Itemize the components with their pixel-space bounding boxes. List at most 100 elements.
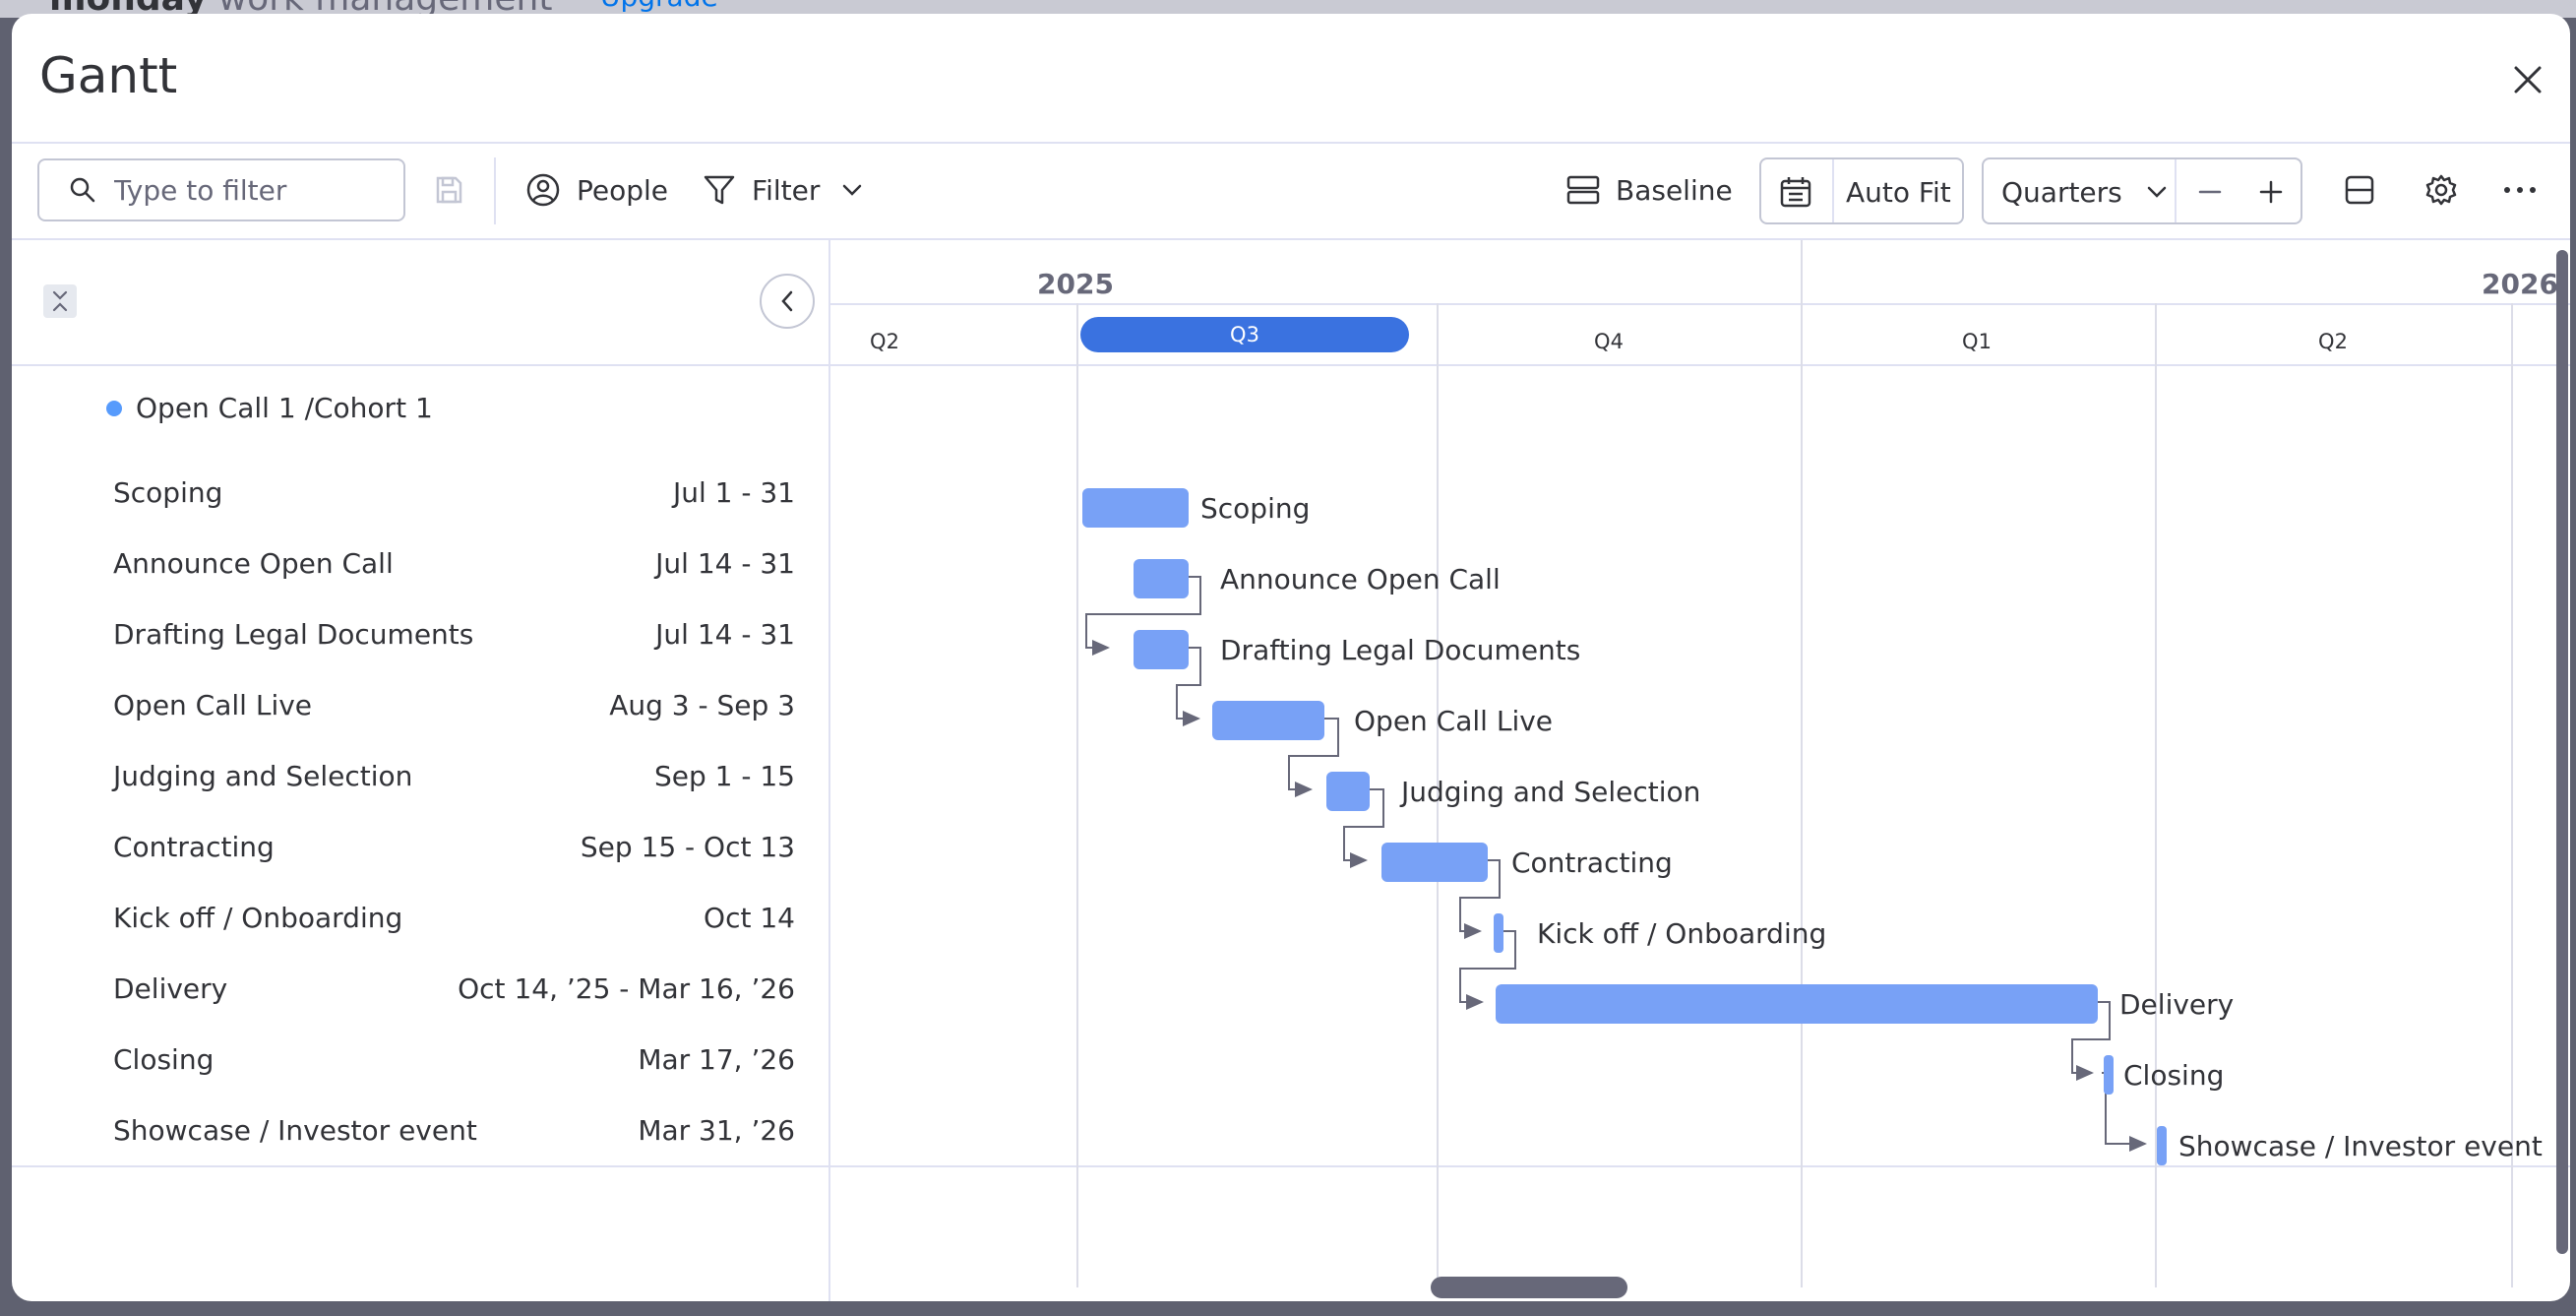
- filter-button[interactable]: Filter: [703, 158, 863, 221]
- calendar-icon: [1780, 177, 1811, 208]
- task-bar-label: Kick off / Onboarding: [1537, 916, 1827, 950]
- task-bar-label: Delivery: [2119, 987, 2235, 1021]
- person-icon: [526, 173, 560, 207]
- task-bar[interactable]: [1134, 559, 1189, 598]
- task-bar[interactable]: [1381, 843, 1488, 882]
- task-row[interactable]: Showcase / Investor event Mar 31, ’26: [113, 1110, 795, 1150]
- task-row[interactable]: Drafting Legal Documents Jul 14 - 31: [113, 614, 795, 654]
- minus-icon: [2198, 190, 2222, 194]
- task-dates: Aug 3 - Sep 3: [609, 688, 795, 721]
- settings-button[interactable]: [2424, 158, 2458, 221]
- task-dates: Sep 1 - 15: [653, 759, 795, 792]
- autofit-label: Auto Fit: [1846, 175, 1951, 209]
- more-options-button[interactable]: [2503, 158, 2537, 221]
- task-bar-label: Open Call Live: [1354, 704, 1554, 737]
- task-bar[interactable]: [1134, 630, 1189, 669]
- group-header[interactable]: Open Call 1 /Cohort 1: [106, 392, 433, 424]
- task-dates: Jul 14 - 31: [655, 546, 795, 580]
- save-view-button[interactable]: [433, 158, 464, 221]
- group-color-dot: [106, 400, 122, 416]
- gantt-timeline: 2025 2026 Q2 Q3 Q4 Q1 Q2 Scoping Announc…: [830, 240, 2570, 1301]
- people-filter-button[interactable]: People: [525, 158, 668, 221]
- task-name: Drafting Legal Documents: [113, 617, 474, 651]
- vertical-scrollbar[interactable]: [2556, 250, 2568, 1254]
- task-row[interactable]: Kick off / Onboarding Oct 14: [113, 898, 795, 937]
- task-row[interactable]: Scoping Jul 1 - 31: [113, 472, 795, 512]
- chevron-down-icon: [2147, 186, 2167, 198]
- task-bar-label: Judging and Selection: [1401, 775, 1701, 808]
- plus-icon: [2259, 180, 2283, 204]
- split-view-icon: [2345, 175, 2374, 205]
- task-name: Announce Open Call: [113, 546, 394, 580]
- collapse-icon: [52, 290, 68, 312]
- task-dates: Jul 1 - 31: [672, 475, 795, 509]
- autofit-button[interactable]: Auto Fit: [1846, 160, 1951, 223]
- modal-title: Gantt: [39, 47, 178, 104]
- scale-value: Quarters: [2001, 175, 2122, 209]
- task-dates: Oct 14: [704, 901, 795, 934]
- gear-icon: [2425, 174, 2457, 206]
- task-bar-label: Closing: [2123, 1058, 2225, 1092]
- gantt-modal: Gantt People Filter Baseline Auto Fit Qu…: [12, 14, 2570, 1301]
- milestone-bar[interactable]: [1494, 913, 1503, 953]
- zoom-in-button[interactable]: [2257, 160, 2285, 223]
- task-dates: Mar 31, ’26: [638, 1113, 795, 1147]
- autofit-separator: [1832, 159, 1834, 222]
- task-bar[interactable]: [1496, 984, 2098, 1024]
- task-row[interactable]: Closing Mar 17, ’26: [113, 1039, 795, 1079]
- task-row[interactable]: Contracting Sep 15 - Oct 13: [113, 827, 795, 866]
- toolbar-separator: [494, 157, 496, 224]
- task-name: Open Call Live: [113, 688, 313, 721]
- task-name: Scoping: [113, 475, 223, 509]
- task-name: Judging and Selection: [113, 759, 413, 792]
- task-bar[interactable]: [1326, 772, 1370, 811]
- split-view-button[interactable]: [2344, 158, 2375, 221]
- task-dates: Mar 17, ’26: [638, 1042, 795, 1076]
- task-name: Kick off / Onboarding: [113, 901, 403, 934]
- milestone-bar[interactable]: [2104, 1055, 2114, 1095]
- scale-select[interactable]: Quarters: [2001, 160, 2168, 223]
- more-horizontal-icon: [2504, 187, 2536, 193]
- zoom-out-button[interactable]: [2196, 160, 2224, 223]
- task-bar-label: Scoping: [1200, 491, 1311, 525]
- task-name: Contracting: [113, 830, 275, 863]
- collapse-all-button[interactable]: [43, 284, 77, 318]
- task-row[interactable]: Announce Open Call Jul 14 - 31: [113, 543, 795, 583]
- baseline-label: Baseline: [1616, 173, 1733, 207]
- task-bar-label: Announce Open Call: [1220, 562, 1501, 595]
- group-name: Open Call 1 /Cohort 1: [136, 392, 433, 424]
- task-bar[interactable]: [1212, 701, 1324, 740]
- upgrade-link[interactable]: Upgrade: [600, 0, 718, 13]
- people-label: People: [577, 173, 669, 207]
- task-name: Delivery: [113, 971, 228, 1005]
- search-icon: [70, 177, 95, 203]
- save-icon: [436, 176, 462, 204]
- task-dates: Jul 14 - 31: [655, 617, 795, 651]
- chevron-left-icon: [781, 290, 793, 312]
- search-input[interactable]: [114, 173, 390, 207]
- collapse-panel-button[interactable]: [760, 274, 815, 329]
- task-bar[interactable]: [1082, 488, 1189, 528]
- scale-separator: [2175, 159, 2177, 222]
- horizontal-scrollbar[interactable]: [1431, 1277, 1627, 1298]
- chevron-down-icon: [843, 184, 862, 196]
- header-divider: [12, 142, 2570, 144]
- filter-search-box[interactable]: [37, 158, 405, 221]
- task-dates: Sep 15 - Oct 13: [580, 830, 795, 863]
- task-name: Closing: [113, 1042, 215, 1076]
- calendar-button[interactable]: [1779, 160, 1812, 223]
- milestone-bar[interactable]: [2157, 1126, 2167, 1165]
- task-bar-label: Drafting Legal Documents: [1220, 633, 1581, 666]
- task-dates: Oct 14, ’25 - Mar 16, ’26: [458, 971, 795, 1005]
- task-row[interactable]: Delivery Oct 14, ’25 - Mar 16, ’26: [113, 969, 795, 1008]
- task-row[interactable]: Judging and Selection Sep 1 - 15: [113, 756, 795, 795]
- filter-label: Filter: [752, 173, 821, 207]
- close-button[interactable]: [2505, 57, 2550, 102]
- task-bar-label: Showcase / Investor event: [2178, 1129, 2543, 1162]
- task-row[interactable]: Open Call Live Aug 3 - Sep 3: [113, 685, 795, 724]
- baseline-icon: [1566, 175, 1600, 205]
- task-name: Showcase / Investor event: [113, 1113, 477, 1147]
- task-bar-label: Contracting: [1511, 846, 1673, 879]
- close-icon: [2514, 66, 2542, 94]
- baseline-button[interactable]: Baseline: [1566, 158, 1733, 221]
